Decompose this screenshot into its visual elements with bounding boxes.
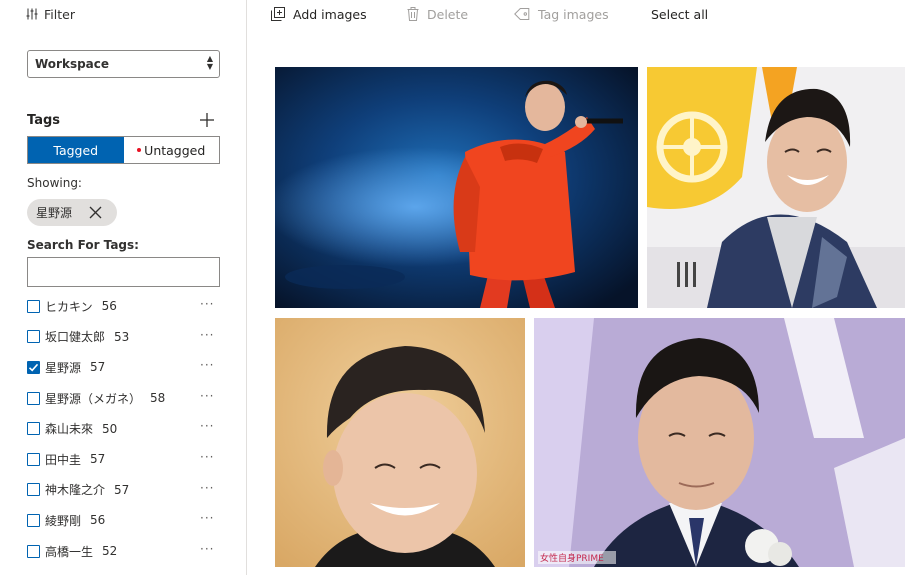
add-images-button[interactable]: Add images <box>271 5 367 23</box>
tag-count: 56 <box>101 299 117 314</box>
tag-images-label: Tag images <box>538 6 609 22</box>
tag-count: 57 <box>90 452 106 467</box>
tag-checkbox[interactable] <box>27 483 40 497</box>
filter-panel: Filter Workspace ▲ ▼ Tags Tagged Untagged… <box>0 0 247 575</box>
tag-checkbox[interactable] <box>27 513 40 527</box>
showing-label: Showing: <box>27 176 82 190</box>
more-icon[interactable]: ··· <box>200 389 214 403</box>
tag-name: ヒカキン <box>45 299 93 314</box>
tag-name: 高橋一生 <box>45 544 94 559</box>
tag-images-button[interactable]: Tag images <box>514 5 609 23</box>
tag-checkbox-checked[interactable] <box>27 360 40 374</box>
delete-icon <box>407 7 419 21</box>
tag-list-item[interactable]: ヒカキン 56 ··· <box>27 291 227 322</box>
tagged-toggle: Tagged Untagged <box>27 136 220 164</box>
filter-label: Filter <box>44 6 75 22</box>
tag-name: 星野源（メガネ） <box>45 391 142 406</box>
delete-label: Delete <box>427 6 469 22</box>
tag-checkbox[interactable] <box>27 391 40 405</box>
more-icon[interactable]: ··· <box>200 542 214 556</box>
tag-name: 神木隆之介 <box>45 483 106 498</box>
untagged-dot-icon <box>137 148 142 152</box>
photo-event-smile <box>647 67 905 308</box>
search-tags-label: Search For Tags: <box>27 238 139 252</box>
tagged-button[interactable]: Tagged <box>28 137 124 163</box>
tag-list-item[interactable]: 高橋一生 52 ··· <box>27 536 227 567</box>
active-filter-chip-label: 星野源 <box>36 206 73 220</box>
tag-name: 田中圭 <box>45 452 82 467</box>
tag-name: 坂口健太郎 <box>45 330 106 345</box>
tag-icon <box>514 8 530 20</box>
workspace-select[interactable]: Workspace ▲ ▼ <box>27 50 220 78</box>
add-images-icon <box>271 7 285 21</box>
updown-icon: ▲ ▼ <box>206 54 213 71</box>
tag-checkbox[interactable] <box>27 422 40 436</box>
tag-name: 綾野剛 <box>45 513 82 528</box>
close-icon[interactable] <box>89 206 102 219</box>
add-images-label: Add images <box>293 6 367 22</box>
tag-list-item[interactable]: 坂口健太郎 53 ··· <box>27 322 227 353</box>
active-filter-chip: 星野源 <box>27 199 117 226</box>
tag-checkbox[interactable] <box>27 330 40 344</box>
tag-list-item[interactable]: 田中圭 57 ··· <box>27 444 227 475</box>
tag-count: 57 <box>114 482 130 497</box>
gallery-image[interactable] <box>275 318 525 567</box>
more-icon[interactable]: ··· <box>200 511 214 525</box>
tag-checkbox[interactable] <box>27 299 40 313</box>
more-icon[interactable]: ··· <box>200 358 214 372</box>
search-tags-input[interactable] <box>27 257 220 287</box>
tag-count: 53 <box>114 329 130 344</box>
untagged-button-label: Untagged <box>144 142 206 158</box>
tag-list-item[interactable]: 森山未來 50 ··· <box>27 413 227 444</box>
more-icon[interactable]: ··· <box>200 419 214 433</box>
tag-count: 58 <box>150 391 166 406</box>
tag-count: 52 <box>102 544 118 559</box>
select-all-label: Select all <box>651 6 709 22</box>
photo-concert <box>275 67 638 308</box>
tag-count: 56 <box>90 513 106 528</box>
add-icon[interactable] <box>199 112 215 128</box>
tag-list-item[interactable]: 星野源（メガネ） 58 ··· <box>27 383 227 414</box>
image-watermark: 女性自身PRIME <box>540 552 604 564</box>
photo-suit-press: 女性自身PRIME <box>534 318 905 567</box>
tag-list-item[interactable]: 星野源 57 ··· <box>27 352 227 383</box>
tag-count: 50 <box>102 421 118 436</box>
more-icon[interactable]: ··· <box>200 297 214 311</box>
filter-header[interactable]: Filter <box>26 5 75 23</box>
photo-closeup-smile <box>275 318 525 567</box>
tag-checkbox[interactable] <box>27 544 40 558</box>
tag-list-item[interactable]: 神木隆之介 57 ··· <box>27 475 227 506</box>
tagged-button-label: Tagged <box>53 142 99 158</box>
tags-title: Tags <box>27 113 61 128</box>
untagged-button[interactable]: Untagged <box>123 137 219 163</box>
more-icon[interactable]: ··· <box>200 450 214 464</box>
filter-icon <box>26 8 38 20</box>
tag-list: ヒカキン 56 ··· 坂口健太郎 53 ··· 星野源 57 ··· 星野源（… <box>27 291 227 566</box>
tag-count: 57 <box>90 360 106 375</box>
tag-name: 森山未來 <box>45 422 94 437</box>
tag-list-item[interactable]: 綾野剛 56 ··· <box>27 505 227 536</box>
gallery-image[interactable]: 女性自身PRIME <box>534 318 905 567</box>
more-icon[interactable]: ··· <box>200 328 214 342</box>
select-all-button[interactable]: Select all <box>651 5 708 23</box>
tag-checkbox[interactable] <box>27 452 40 466</box>
delete-button[interactable]: Delete <box>407 5 468 23</box>
checkmark-icon <box>28 363 39 372</box>
gallery-image[interactable] <box>647 67 905 308</box>
toolbar: Add images Delete Tag images Select all <box>247 0 905 28</box>
tag-name: 星野源 <box>45 360 82 375</box>
gallery-image[interactable] <box>275 67 638 308</box>
more-icon[interactable]: ··· <box>200 481 214 495</box>
workspace-select-value: Workspace <box>35 57 110 71</box>
